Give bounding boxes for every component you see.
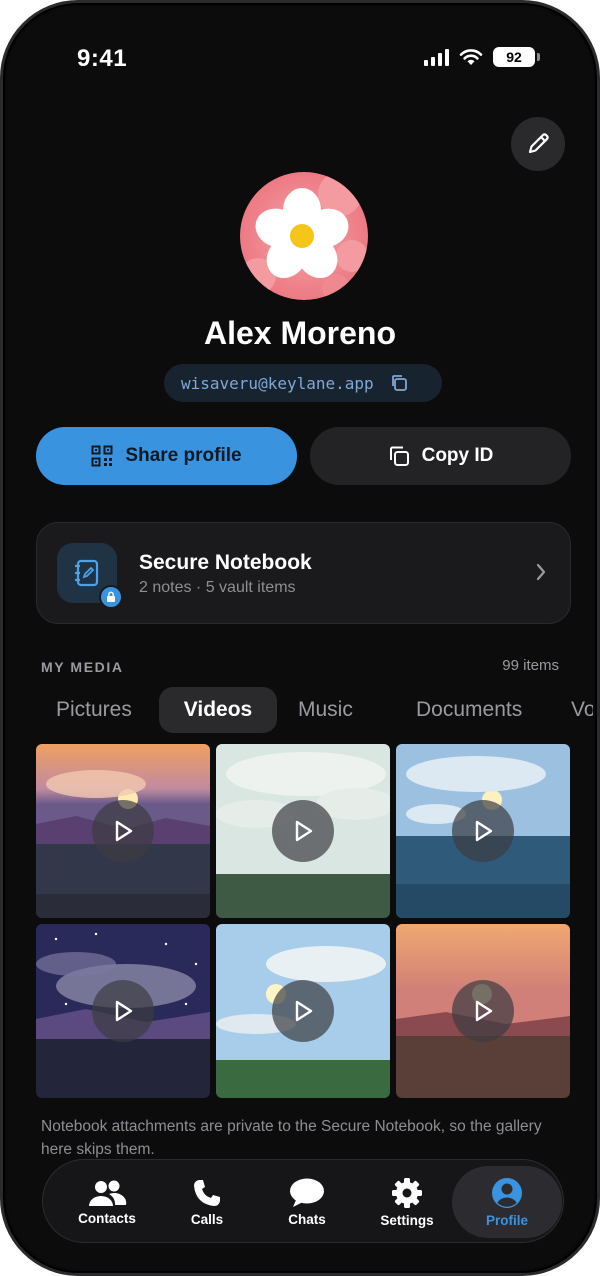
qr-code-icon (91, 445, 113, 467)
contacts-icon (89, 1180, 127, 1206)
gallery-note: Notebook attachments are private to the … (41, 1118, 542, 1158)
tab-calls-label: Calls (190, 1211, 224, 1227)
bottom-tab-bar: Contacts Calls Chats Settings Profile (42, 1159, 564, 1243)
tab-chats-label: Chats (288, 1211, 326, 1227)
play-icon[interactable] (92, 980, 154, 1042)
tab-chats[interactable]: Chats (257, 1166, 357, 1238)
video-thumbnail[interactable] (216, 924, 390, 1098)
status-time: 9:41 (77, 45, 128, 72)
screen: 9:41 92 Alex Moreno wisaveru@keylane.app… (7, 7, 593, 1269)
share-profile-label: Share profile (125, 445, 242, 466)
media-section-label: MY MEDIA (41, 659, 124, 675)
copy-id-label: Copy ID (421, 445, 494, 466)
tab-contacts[interactable]: Contacts (57, 1166, 157, 1238)
tab-settings-label: Settings (380, 1212, 434, 1228)
tab-calls[interactable]: Calls (157, 1166, 257, 1238)
wifi-icon (459, 49, 483, 65)
share-profile-button[interactable]: Share profile (36, 427, 297, 485)
tab-pictures[interactable]: Pictures (56, 687, 132, 733)
media-count: 99 items (502, 657, 559, 674)
video-thumbnail[interactable] (36, 744, 210, 918)
copy-icon[interactable] (390, 374, 408, 392)
video-thumbnail[interactable] (216, 744, 390, 918)
play-icon[interactable] (452, 800, 514, 862)
tab-documents[interactable]: Documents (416, 687, 522, 733)
video-thumbnail[interactable] (396, 924, 570, 1098)
tab-profile[interactable]: Profile (452, 1166, 562, 1238)
profile-name: Alex Moreno (203, 315, 397, 351)
play-icon[interactable] (92, 800, 154, 862)
media-tabs: Pictures Videos Music Documents Vo (36, 687, 593, 733)
tab-contacts-label: Contacts (78, 1210, 136, 1226)
secure-notebook-card[interactable]: Secure Notebook 2 notes · 5 vault items (36, 522, 571, 624)
tab-music[interactable]: Music (298, 687, 353, 733)
video-thumbnail[interactable] (36, 924, 210, 1098)
phone-frame: 9:41 92 Alex Moreno wisaveru@keylane.app… (0, 0, 600, 1276)
battery-icon: 92 (493, 47, 540, 67)
lock-icon (99, 585, 123, 609)
avatar[interactable] (240, 172, 368, 300)
status-icons: 92 (424, 47, 540, 67)
signal-icon (424, 48, 449, 66)
profile-id: wisaveru@keylane.app (181, 373, 374, 393)
chat-bubble-icon (290, 1178, 324, 1207)
tab-settings[interactable]: Settings (357, 1166, 457, 1238)
copy-id-button[interactable]: Copy ID (310, 427, 571, 485)
play-icon[interactable] (272, 980, 334, 1042)
video-thumbnail[interactable] (396, 744, 570, 918)
tab-voice[interactable]: Vo (571, 687, 593, 733)
profile-icon (492, 1177, 522, 1208)
copy-icon (389, 446, 409, 466)
play-icon[interactable] (272, 800, 334, 862)
gear-icon (392, 1177, 422, 1208)
phone-icon (194, 1179, 220, 1206)
profile-id-pill[interactable]: wisaveru@keylane.app (164, 364, 442, 402)
tab-videos[interactable]: Videos (159, 687, 277, 733)
pencil-icon (528, 133, 549, 154)
tab-profile-label: Profile (485, 1212, 528, 1228)
edit-profile-button[interactable] (511, 117, 565, 171)
notebook-title: Secure Notebook (139, 551, 312, 574)
flower-avatar-image (240, 172, 368, 300)
play-icon[interactable] (452, 980, 514, 1042)
chevron-right-icon (536, 563, 546, 581)
notebook-subtitle: 2 notes · 5 vault items (139, 579, 296, 596)
